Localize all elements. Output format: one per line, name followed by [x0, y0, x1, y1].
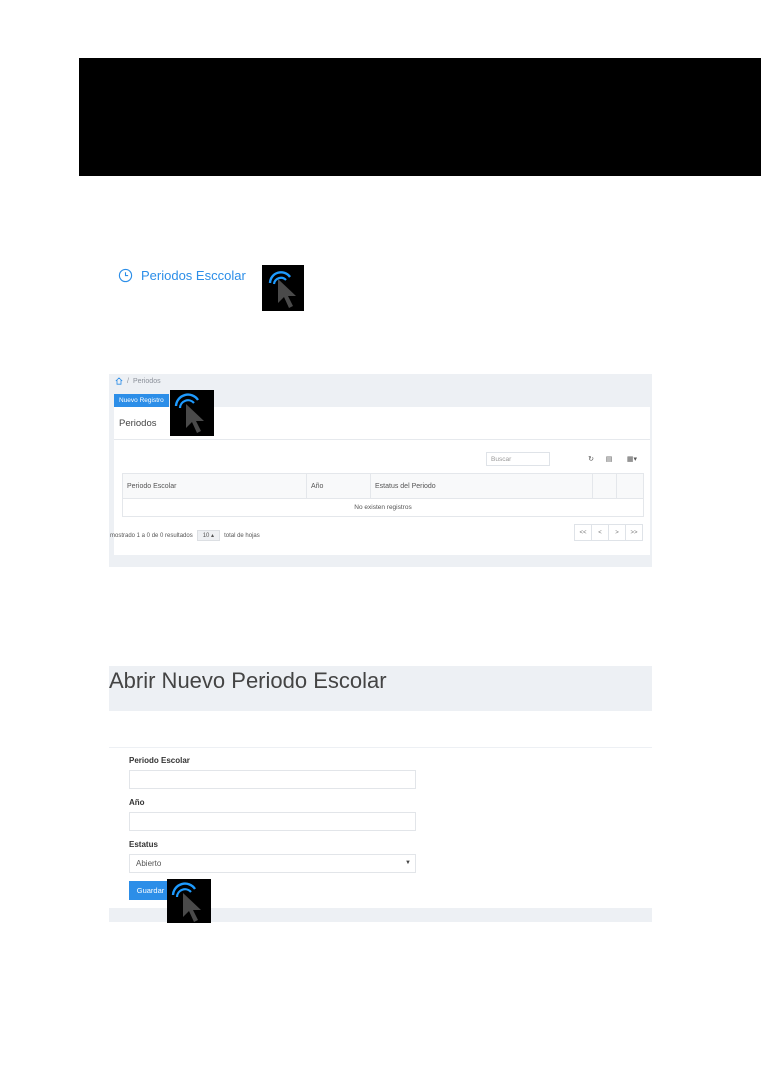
breadcrumb-current: Periodos	[132, 377, 161, 385]
save-button[interactable]: Guardar	[129, 881, 172, 900]
clock-icon	[118, 268, 133, 283]
periodo-escolar-label: Periodo Escolar	[129, 756, 190, 765]
column-header-estatus[interactable]: Estatus del Periodo	[371, 474, 593, 498]
estatus-label: Estatus	[129, 840, 158, 849]
periodo-escolar-input[interactable]	[129, 770, 416, 789]
click-cursor-icon	[262, 265, 304, 311]
showing-text: mostrado 1 a 0 de 0 resultados	[110, 532, 193, 539]
table-header: Periodo Escolar Año Estatus del Periodo	[123, 474, 643, 499]
search-input[interactable]: Buscar	[486, 452, 550, 466]
form-header-area	[109, 711, 652, 747]
home-icon[interactable]	[115, 377, 123, 385]
last-page-button[interactable]: >>	[626, 525, 642, 540]
anio-input[interactable]	[129, 812, 416, 831]
page-title: Abrir Nuevo Periodo Escolar	[109, 668, 387, 693]
anio-label: Año	[129, 798, 145, 807]
click-cursor-icon	[170, 390, 214, 436]
estatus-select[interactable]: Abierto ▼	[129, 854, 416, 873]
redacted-banner	[79, 58, 761, 176]
first-page-button[interactable]: <<	[575, 525, 592, 540]
columns-icon[interactable]: ▦▾	[622, 452, 642, 466]
periodos-table: Periodo Escolar Año Estatus del Periodo …	[122, 473, 644, 517]
click-cursor-icon	[167, 879, 211, 923]
prev-page-button[interactable]: <	[592, 525, 609, 540]
list-view-icon[interactable]: ▤	[602, 452, 616, 466]
breadcrumb: / Periodos	[115, 377, 161, 385]
periodos-escolar-label: Periodos Esccolar	[141, 268, 246, 283]
pagination-info: mostrado 1 a 0 de 0 resultados 10 ▴ tota…	[110, 530, 260, 541]
card-divider	[114, 439, 650, 440]
empty-table-message: No existen registros	[354, 504, 412, 511]
total-pages-text: total de hojas	[224, 532, 260, 539]
page-size-select[interactable]: 10 ▴	[196, 530, 221, 541]
chevron-down-icon: ▼	[405, 860, 411, 866]
column-header-actions	[593, 474, 617, 498]
pagination: << < > >>	[574, 524, 643, 541]
breadcrumb-separator: /	[127, 377, 129, 385]
column-header-periodo[interactable]: Periodo Escolar	[123, 474, 307, 498]
periodos-escolar-link[interactable]: Periodos Esccolar	[118, 268, 246, 283]
column-header-extra	[617, 474, 641, 498]
next-page-button[interactable]: >	[609, 525, 626, 540]
card-title: Periodos	[119, 418, 157, 429]
estatus-selected-value: Abierto	[136, 859, 162, 868]
column-header-anio[interactable]: Año	[307, 474, 371, 498]
refresh-icon[interactable]: ↻	[584, 452, 598, 466]
new-record-button[interactable]: Nuevo Registro	[114, 394, 169, 407]
